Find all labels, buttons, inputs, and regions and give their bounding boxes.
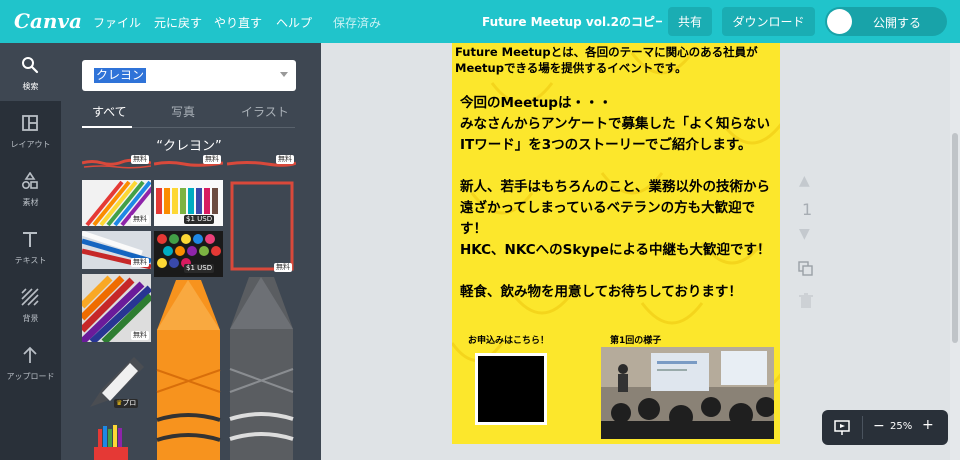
menu-file[interactable]: ファイル bbox=[93, 14, 141, 31]
tab-illustrations[interactable]: イラスト bbox=[241, 103, 289, 120]
result-gray-crayon-illustration[interactable] bbox=[227, 277, 296, 460]
canvas-workspace: Future Meetupとは、各回のテーマに関心のある社員がMeetupできる… bbox=[321, 43, 960, 460]
rail-upload[interactable]: アップロード bbox=[0, 333, 61, 391]
top-bar: Canva ファイル 元に戻す やり直す ヘルプ 保存済み Future Mee… bbox=[0, 0, 960, 43]
price-badge: $1 USD bbox=[184, 264, 215, 273]
rail-elements[interactable]: 素材 bbox=[0, 159, 61, 217]
result-crayon-frame[interactable]: 無料 bbox=[227, 180, 296, 274]
zoom-out-button[interactable]: − bbox=[873, 418, 885, 434]
saved-status: 保存済み bbox=[333, 16, 382, 30]
zoom-level: 25% bbox=[890, 421, 913, 432]
result-crayon-stroke-2[interactable]: 無料 bbox=[154, 155, 223, 170]
canva-logo[interactable]: Canva bbox=[14, 9, 82, 33]
search-icon bbox=[22, 57, 39, 74]
body-text[interactable]: 今回のMeetupは・・・ みなさんからアンケートで募集した「よく知らないITワ… bbox=[460, 93, 778, 303]
share-button[interactable]: 共有 bbox=[668, 7, 712, 36]
layout-icon bbox=[22, 115, 38, 131]
tab-photos[interactable]: 写真 bbox=[171, 103, 195, 120]
publish-toggle[interactable]: 公開する bbox=[825, 7, 947, 36]
body-line: HKC、NKCへのSkypeによる中継も大歓迎です！ bbox=[460, 242, 771, 258]
present-icon[interactable] bbox=[834, 420, 850, 436]
left-rail: 検索 レイアウト 素材 テキスト 背景 アップロード bbox=[0, 43, 61, 460]
result-crayon-box[interactable] bbox=[82, 423, 151, 460]
delete-page-icon[interactable] bbox=[799, 293, 813, 309]
duplicate-page-icon[interactable] bbox=[798, 261, 814, 277]
tab-all[interactable]: すべて bbox=[92, 103, 127, 120]
free-badge: 無料 bbox=[203, 155, 221, 164]
rail-label: 検索 bbox=[22, 82, 39, 91]
results-heading: “クレヨン” bbox=[156, 139, 222, 154]
body-line: 今回のMeetupは・・・ bbox=[460, 95, 612, 111]
result-crayon-stroke-3[interactable]: 無料 bbox=[227, 155, 296, 170]
result-crayon-drawing[interactable]: ♛プロ bbox=[82, 349, 151, 415]
body-line: 新人、若手はもちろんのこと、業務以外の技術から遠ざかってしまっているベテランの方… bbox=[460, 179, 770, 237]
design-page[interactable]: Future Meetupとは、各回のテーマに関心のある社員がMeetupできる… bbox=[452, 43, 780, 444]
free-badge: 無料 bbox=[131, 215, 149, 224]
move-page-down-icon[interactable]: ▼ bbox=[799, 226, 810, 242]
rail-label: 背景 bbox=[22, 314, 39, 323]
rail-label: 素材 bbox=[22, 198, 39, 207]
zoom-controls: − 25% + bbox=[822, 410, 948, 445]
result-crayons-row-photo[interactable]: $1 USD bbox=[154, 180, 223, 226]
intro-text[interactable]: Future Meetupとは、各回のテーマに関心のある社員がMeetupできる… bbox=[455, 44, 777, 76]
toggle-knob bbox=[827, 9, 852, 34]
document-title[interactable]: Future Meetup vol.2のコピー... bbox=[482, 13, 662, 30]
download-button[interactable]: ダウンロード bbox=[722, 7, 815, 36]
pro-label: プロ bbox=[122, 399, 137, 407]
search-panel: クレヨン すべて 写真 イラスト “クレヨン” 無料 無料 無料 無料 $1 U… bbox=[61, 43, 321, 460]
first-meetup-label[interactable]: 第1回の様子 bbox=[610, 333, 661, 346]
pro-badge: ♛プロ bbox=[114, 399, 139, 408]
result-crayon-tips-photo[interactable]: $1 USD bbox=[154, 231, 223, 277]
rail-label: アップロード bbox=[6, 372, 55, 381]
menu-help[interactable]: ヘルプ bbox=[276, 14, 312, 31]
body-line: みなさんからアンケートで募集した「よく知らないITワード」を3つのストーリーでご… bbox=[460, 116, 770, 153]
body-line: 軽食、飲み物を用意してお待ちしております！ bbox=[460, 284, 742, 300]
qr-code-placeholder[interactable] bbox=[475, 353, 547, 425]
zoom-in-button[interactable]: + bbox=[922, 417, 934, 433]
menu-redo[interactable]: やり直す bbox=[214, 14, 262, 31]
publish-label: 公開する bbox=[873, 16, 922, 30]
body-line bbox=[460, 261, 778, 282]
canva-editor: Canva ファイル 元に戻す やり直す ヘルプ 保存済み Future Mee… bbox=[0, 0, 960, 460]
rail-label: レイアウト bbox=[10, 140, 51, 149]
body-line bbox=[460, 156, 778, 177]
text-icon bbox=[23, 232, 37, 247]
free-badge: 無料 bbox=[274, 263, 292, 272]
price-badge: $1 USD bbox=[184, 215, 215, 224]
free-badge: 無料 bbox=[131, 258, 149, 267]
search-value: クレヨン bbox=[94, 68, 147, 83]
result-orange-crayon-illustration[interactable] bbox=[154, 280, 223, 460]
move-page-up-icon[interactable]: ▲ bbox=[799, 173, 810, 189]
search-input[interactable]: クレヨン bbox=[82, 60, 296, 91]
rail-text[interactable]: テキスト bbox=[0, 217, 61, 275]
free-badge: 無料 bbox=[276, 155, 294, 164]
menu-undo[interactable]: 元に戻す bbox=[154, 14, 202, 31]
rail-background[interactable]: 背景 bbox=[0, 275, 61, 333]
result-pencils-blue-photo[interactable]: 無料 bbox=[82, 231, 151, 269]
upload-arrow-icon bbox=[23, 346, 37, 363]
tab-active-indicator bbox=[82, 126, 132, 128]
free-badge: 無料 bbox=[131, 331, 149, 340]
free-badge: 無料 bbox=[131, 155, 149, 164]
chevron-down-icon[interactable] bbox=[280, 72, 288, 77]
result-colored-pencils-photo[interactable]: 無料 bbox=[82, 180, 151, 226]
signup-label[interactable]: お申込みはこちら！ bbox=[468, 333, 549, 346]
zoom-divider bbox=[862, 416, 863, 439]
scrollbar-thumb[interactable] bbox=[952, 133, 958, 343]
meetup-photo[interactable] bbox=[601, 347, 774, 439]
rail-label: テキスト bbox=[14, 256, 47, 265]
page-number: 1 bbox=[802, 200, 813, 219]
rail-search[interactable]: 検索 bbox=[0, 43, 61, 101]
rail-layout[interactable]: レイアウト bbox=[0, 101, 61, 159]
result-pencil-tips-closeup[interactable]: 無料 bbox=[82, 274, 151, 342]
shapes-icon bbox=[21, 172, 38, 190]
result-crayon-stroke-1[interactable]: 無料 bbox=[82, 155, 151, 170]
background-pattern-icon bbox=[21, 288, 39, 306]
